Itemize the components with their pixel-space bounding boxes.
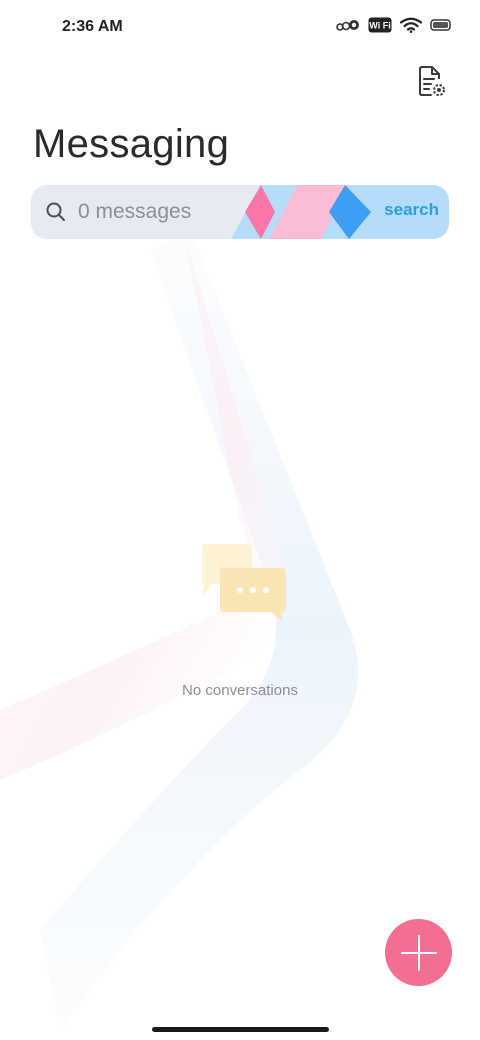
wifi-badge-label: Wi Fi [369,21,390,31]
document-settings-button[interactable] [412,62,452,102]
search-input[interactable] [78,185,258,239]
network-indicator-icon [336,20,359,31]
search-bar[interactable]: search [31,185,449,239]
page-title: Messaging [33,122,230,166]
status-bar: 2:36 AM Wi Fi [0,0,480,56]
chat-bubbles-icon [202,544,286,622]
status-icons: Wi Fi [336,17,452,33]
document-settings-icon [419,66,445,96]
search-button[interactable]: search [384,200,439,220]
wifi-badge-icon: Wi Fi [368,17,392,33]
status-time: 2:36 AM [62,18,123,35]
empty-state: No conversations [0,540,480,699]
home-indicator[interactable] [152,1027,329,1032]
background-swoosh [0,230,359,1030]
search-icon [46,202,65,221]
battery-icon [430,19,451,31]
empty-state-text: No conversations [182,682,298,699]
plus-icon [400,934,437,971]
new-message-button[interactable] [385,919,452,986]
wifi-signal-icon [400,17,422,33]
